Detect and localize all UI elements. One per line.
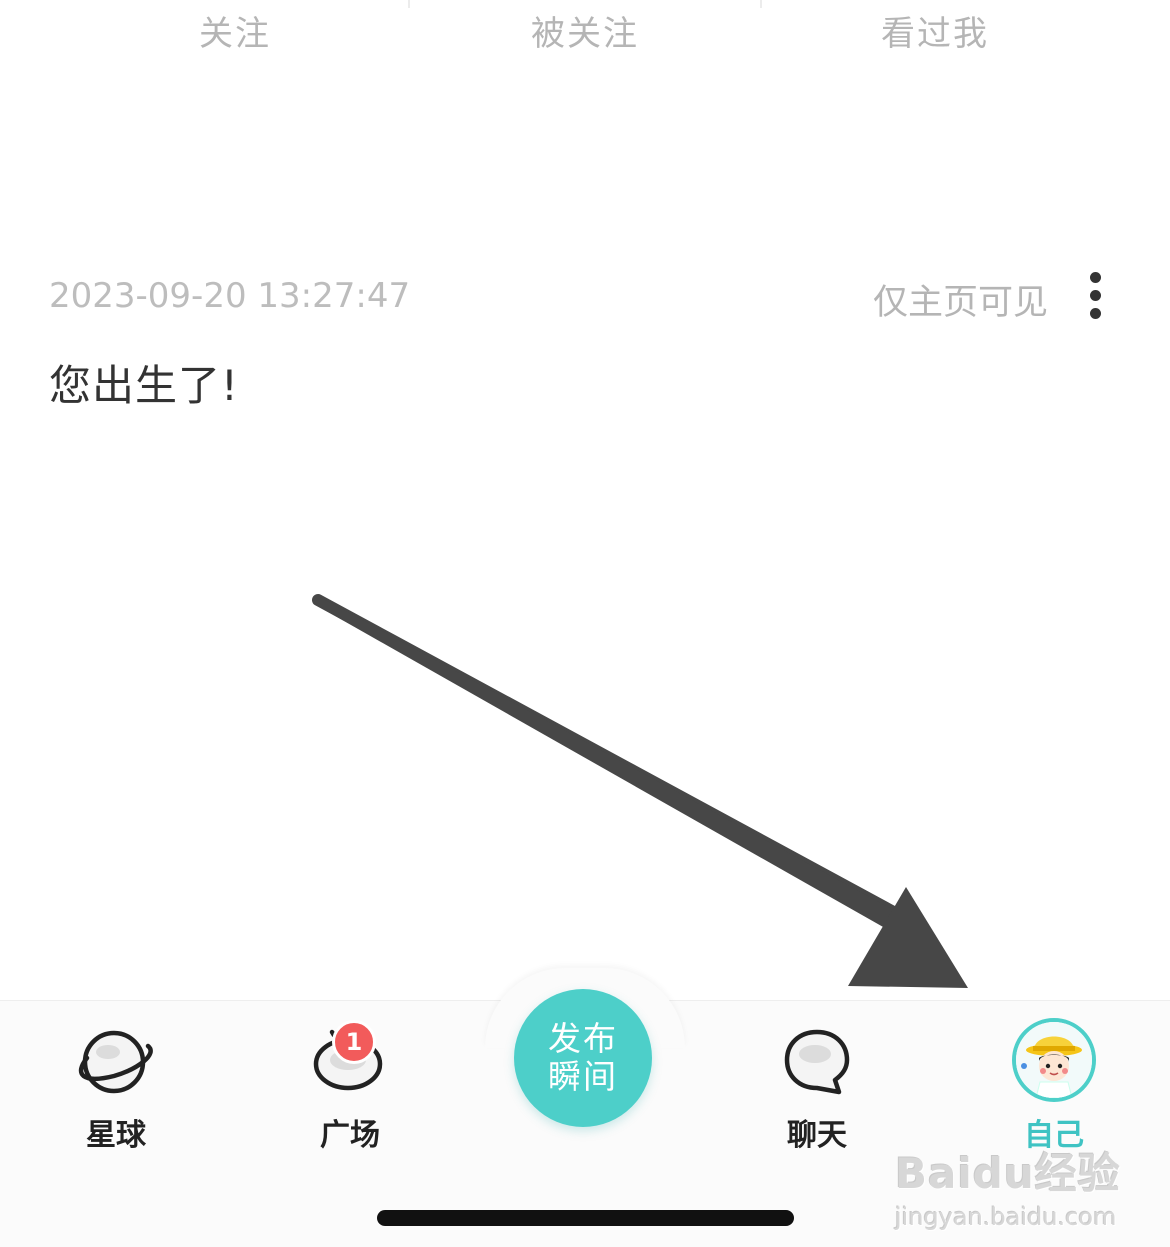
tab-divider [408,0,410,8]
more-dot-icon [1090,290,1101,301]
watermark-brand: Baidu经验 [895,1149,1121,1198]
watermark-url: jingyan.baidu.com [895,1203,1117,1231]
publish-label-line1: 发布 [548,1019,618,1058]
tab-divider [760,0,762,8]
more-options-button[interactable] [1080,270,1112,322]
more-dot-icon [1090,308,1101,319]
home-indicator[interactable] [377,1210,794,1226]
avatar [1012,1018,1096,1102]
nav-item-square[interactable]: 1 广场 [280,1018,420,1153]
nav-label: 星球 [86,1118,146,1153]
notification-badge: 1 [332,1020,376,1064]
nav-label: 广场 [320,1118,380,1153]
nav-item-self[interactable]: 自己 [984,1018,1124,1153]
more-dot-icon [1090,272,1101,283]
tab-visitors[interactable]: 看过我 [881,6,989,55]
post-content: 您出生了! [49,361,239,410]
nav-item-planet[interactable]: 星球 [46,1018,186,1153]
publish-moment-button[interactable]: 发布 瞬间 [514,989,652,1127]
nav-label: 聊天 [787,1118,847,1153]
tab-followers[interactable]: 被关注 [531,6,639,55]
chat-bubble-icon [775,1022,859,1102]
publish-label-line2: 瞬间 [548,1057,618,1096]
top-tab-bar: 关注 被关注 看过我 [0,0,1170,60]
post-visibility-label: 仅主页可见 [872,283,1048,323]
nav-item-chat[interactable]: 聊天 [747,1018,887,1153]
tab-following[interactable]: 关注 [199,6,271,55]
post-timestamp: 2023-09-20 13:27:47 [49,276,411,316]
planet-icon [74,1022,158,1102]
baidu-jingyan-watermark: Baidu经验 jingyan.baidu.com [895,1140,1121,1231]
